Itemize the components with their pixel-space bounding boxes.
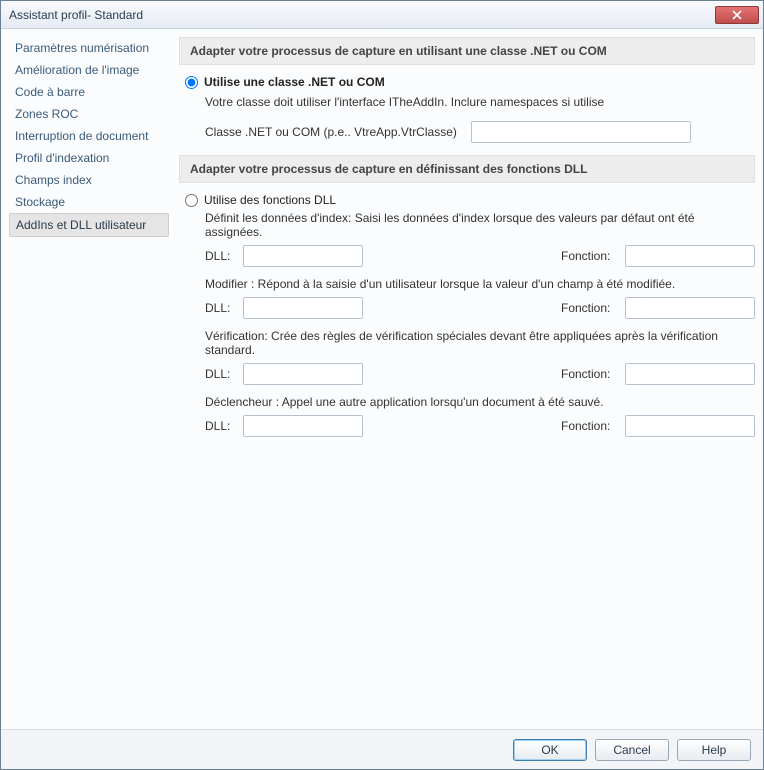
dll-verify-row: DLL: Fonction:: [205, 363, 755, 385]
radio-net[interactable]: [185, 76, 198, 89]
dll-verify-fn-input[interactable]: [625, 363, 755, 385]
dll-define-fn-input[interactable]: [625, 245, 755, 267]
sidebar-item-storage[interactable]: Stockage: [9, 191, 169, 213]
dll-modify-fn-label: Fonction:: [561, 301, 617, 315]
dll-modify-dll-input[interactable]: [243, 297, 363, 319]
dialog-window: Assistant profil- Standard Paramètres nu…: [0, 0, 764, 770]
class-input[interactable]: [471, 121, 691, 143]
dll-group-define: Définit les données d'index: Saisi les d…: [179, 211, 755, 267]
close-icon: [732, 10, 742, 20]
sidebar-item-scan[interactable]: Paramètres numérisation: [9, 37, 169, 59]
dll-define-dll-input[interactable]: [243, 245, 363, 267]
dialog-body: Paramètres numérisation Amélioration de …: [1, 29, 763, 729]
cancel-button[interactable]: Cancel: [595, 739, 669, 761]
sidebar-item-addins[interactable]: AddIns et DLL utilisateur: [9, 213, 169, 237]
sidebar-item-barcode[interactable]: Code à barre: [9, 81, 169, 103]
dll-modify-dll-label: DLL:: [205, 301, 235, 315]
section-dll-header: Adapter votre processus de capture en dé…: [179, 155, 755, 183]
dll-define-desc: Définit les données d'index: Saisi les d…: [205, 211, 755, 239]
titlebar: Assistant profil- Standard: [1, 1, 763, 29]
dll-trigger-dll-input[interactable]: [243, 415, 363, 437]
dialog-footer: OK Cancel Help: [1, 729, 763, 769]
help-button[interactable]: Help: [677, 739, 751, 761]
close-button[interactable]: [715, 6, 759, 24]
class-label: Classe .NET ou COM (p.e.. VtreApp.VtrCla…: [205, 125, 457, 139]
dll-trigger-desc: Déclencheur : Appel une autre applicatio…: [205, 395, 755, 409]
sidebar-item-interrupt[interactable]: Interruption de document: [9, 125, 169, 147]
dll-group-trigger: Déclencheur : Appel une autre applicatio…: [179, 395, 755, 437]
sidebar-item-enhance[interactable]: Amélioration de l'image: [9, 59, 169, 81]
dll-define-fn-label: Fonction:: [561, 249, 617, 263]
window-title: Assistant profil- Standard: [9, 8, 715, 22]
dll-trigger-fn-input[interactable]: [625, 415, 755, 437]
dll-define-dll-label: DLL:: [205, 249, 235, 263]
dll-modify-fn-input[interactable]: [625, 297, 755, 319]
dll-trigger-fn-label: Fonction:: [561, 419, 617, 433]
radio-dll[interactable]: [185, 194, 198, 207]
sidebar-item-indexfields[interactable]: Champs index: [9, 169, 169, 191]
dll-verify-fn-label: Fonction:: [561, 367, 617, 381]
dll-modify-row: DLL: Fonction:: [205, 297, 755, 319]
dll-modify-desc: Modifier : Répond à la saisie d'un utili…: [205, 277, 755, 291]
radio-dll-row[interactable]: Utilise des fonctions DLL: [179, 191, 755, 211]
sidebar-item-ocr[interactable]: Zones ROC: [9, 103, 169, 125]
sidebar: Paramètres numérisation Amélioration de …: [9, 37, 169, 721]
sidebar-item-indexprofile[interactable]: Profil d'indexation: [9, 147, 169, 169]
dll-trigger-dll-label: DLL:: [205, 419, 235, 433]
content-panel: Adapter votre processus de capture en ut…: [179, 37, 755, 721]
dll-define-row: DLL: Fonction:: [205, 245, 755, 267]
dll-group-modify: Modifier : Répond à la saisie d'un utili…: [179, 277, 755, 319]
radio-dll-label: Utilise des fonctions DLL: [204, 193, 336, 207]
section-net-header: Adapter votre processus de capture en ut…: [179, 37, 755, 65]
dll-group-verify: Vérification: Crée des règles de vérific…: [179, 329, 755, 385]
dll-verify-dll-input[interactable]: [243, 363, 363, 385]
radio-net-label: Utilise une classe .NET ou COM: [204, 75, 385, 89]
dll-verify-desc: Vérification: Crée des règles de vérific…: [205, 329, 755, 357]
ok-button[interactable]: OK: [513, 739, 587, 761]
net-description: Votre classe doit utiliser l'interface I…: [179, 93, 755, 117]
dll-verify-dll-label: DLL:: [205, 367, 235, 381]
dll-trigger-row: DLL: Fonction:: [205, 415, 755, 437]
class-row: Classe .NET ou COM (p.e.. VtreApp.VtrCla…: [179, 117, 755, 155]
radio-net-row[interactable]: Utilise une classe .NET ou COM: [179, 73, 755, 93]
